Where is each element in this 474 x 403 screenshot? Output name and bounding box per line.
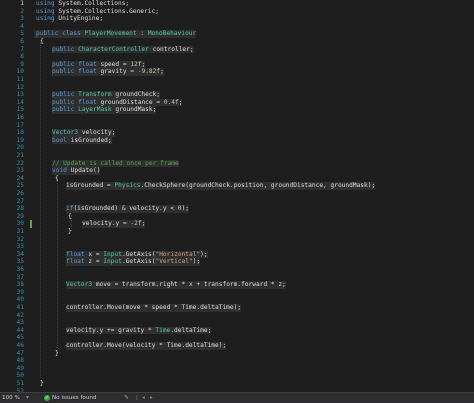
code-line-34: float x = Input.GetAxis("Horizontal"); [66, 250, 208, 259]
indent-guide [40, 42, 41, 378]
code-line-29: { [68, 212, 72, 220]
code-line-30: velocity.y = -2f; [82, 220, 146, 228]
line-number: 47 [16, 349, 24, 357]
code-line-24: { [55, 174, 59, 182]
code-editor[interactable]: 1 2 3 4 5 6 7 8 9 10 11 12 13 14 15 16 17 18 19 20 21 22 23 24 2… [0, 0, 474, 392]
line-number: 8 [20, 53, 24, 61]
line-number: 13 [16, 91, 24, 99]
code-line-13: public Transform groundCheck; [52, 91, 161, 99]
code-line-3: using UnityEngine; [36, 15, 104, 23]
line-number: 9 [20, 60, 24, 68]
code-line-52: } [40, 380, 44, 387]
code-line-41: controller.Move(move * speed * Time.delt… [66, 304, 242, 312]
line-number: 3 [20, 15, 24, 23]
line-number: 30 [16, 220, 24, 228]
code-line-38: Vector3 move = transform.right * x + tra… [66, 281, 286, 289]
status-bar: 100 % ▾ ✓ No issues found ✎ | ◂ ▸ [0, 392, 474, 403]
line-number: 21 [16, 152, 24, 159]
code-line-7: public CharacterController controller; [52, 45, 194, 54]
code-line-23: void Update() [52, 167, 101, 175]
line-number: 17 [16, 121, 24, 129]
code-line-2: using System.Collections.Generic; [36, 7, 159, 15]
line-number: 36 [16, 266, 24, 273]
code-line-10: public float gravity = -9.82f; [52, 68, 164, 76]
line-number: 34 [16, 250, 24, 258]
line-number: 4 [20, 22, 24, 30]
line-number: 19 [16, 136, 24, 144]
line-number: 10 [16, 68, 24, 76]
check-circle-icon: ✓ [44, 395, 50, 401]
line-number: 41 [16, 304, 24, 311]
code-line-31: } [68, 228, 72, 235]
line-number: 45 [16, 334, 24, 342]
change-marker [30, 220, 32, 228]
code-line-5: public class PlayerMovement : MonoBehavi… [34, 30, 197, 38]
line-number: 50 [16, 372, 24, 380]
code-line-28: if(isGrounded) & velocity.y < 0); [66, 205, 189, 213]
code-line-25: isGrounded = Physics.CheckSphere(groundC… [66, 182, 376, 190]
code-line-47: controller.Move(velocity * Time.deltaTim… [66, 342, 227, 350]
line-number: 51 [16, 380, 24, 387]
line-number: 2 [20, 7, 24, 15]
code-line-1: using System.Collections; [36, 0, 130, 7]
line-number: 39 [16, 288, 24, 296]
line-number: 23 [16, 167, 24, 175]
code-line-15: public LayerMask groundMask; [52, 106, 157, 114]
line-number: 49 [16, 364, 24, 372]
line-number: 29 [16, 212, 24, 220]
line-number: 40 [16, 296, 24, 304]
line-number: 46 [16, 342, 24, 349]
line-number: 32 [16, 235, 24, 243]
line-number: 27 [16, 197, 24, 205]
code-line-22: // Update is called once per frame [52, 159, 179, 168]
line-number: 6 [20, 38, 24, 45]
code-line-44: velocity.y += gravity * Time.deltaTime; [66, 326, 212, 335]
code-line-35: float z = Input.GetAxis("Vertical"); [66, 258, 201, 266]
code-line-9: public float speed = 12f; [52, 60, 146, 69]
code-line-6: { [40, 38, 44, 45]
code-line-18: Vector3 velocity; [52, 129, 116, 137]
line-number-gutter: 1 2 3 4 5 6 7 8 9 10 11 12 13 14 15 16 17 18 19 20 21 22 23 24 2… [0, 0, 26, 392]
line-number: 15 [16, 106, 24, 114]
indent-guide [57, 178, 58, 356]
line-number: 31 [16, 228, 24, 235]
line-number: 24 [16, 174, 24, 182]
code-line-19: bool isGrounded; [52, 136, 112, 145]
line-number: 7 [20, 45, 24, 53]
line-number: 11 [16, 76, 24, 83]
line-number: 43 [16, 319, 24, 327]
line-number: 14 [16, 98, 24, 106]
line-number: 44 [16, 326, 24, 334]
line-number: 1 [20, 0, 24, 7]
line-number: 35 [16, 258, 24, 266]
line-number: 37 [16, 273, 24, 281]
line-number: 33 [16, 243, 24, 251]
line-number: 42 [16, 311, 24, 319]
line-number: 28 [16, 205, 24, 213]
line-number: 25 [16, 182, 24, 190]
line-number: 38 [16, 281, 24, 289]
line-number: 18 [16, 129, 24, 137]
line-number: 48 [16, 357, 24, 365]
line-number: 26 [16, 190, 24, 197]
line-number: 5 [20, 30, 24, 38]
line-number: 16 [16, 114, 24, 121]
line-number: 22 [16, 159, 24, 167]
code-line-48: } [55, 349, 59, 357]
code-line-14: public float groundDistance = 0.4f; [52, 98, 183, 107]
line-number: 20 [16, 144, 24, 152]
line-number: 12 [16, 83, 24, 91]
